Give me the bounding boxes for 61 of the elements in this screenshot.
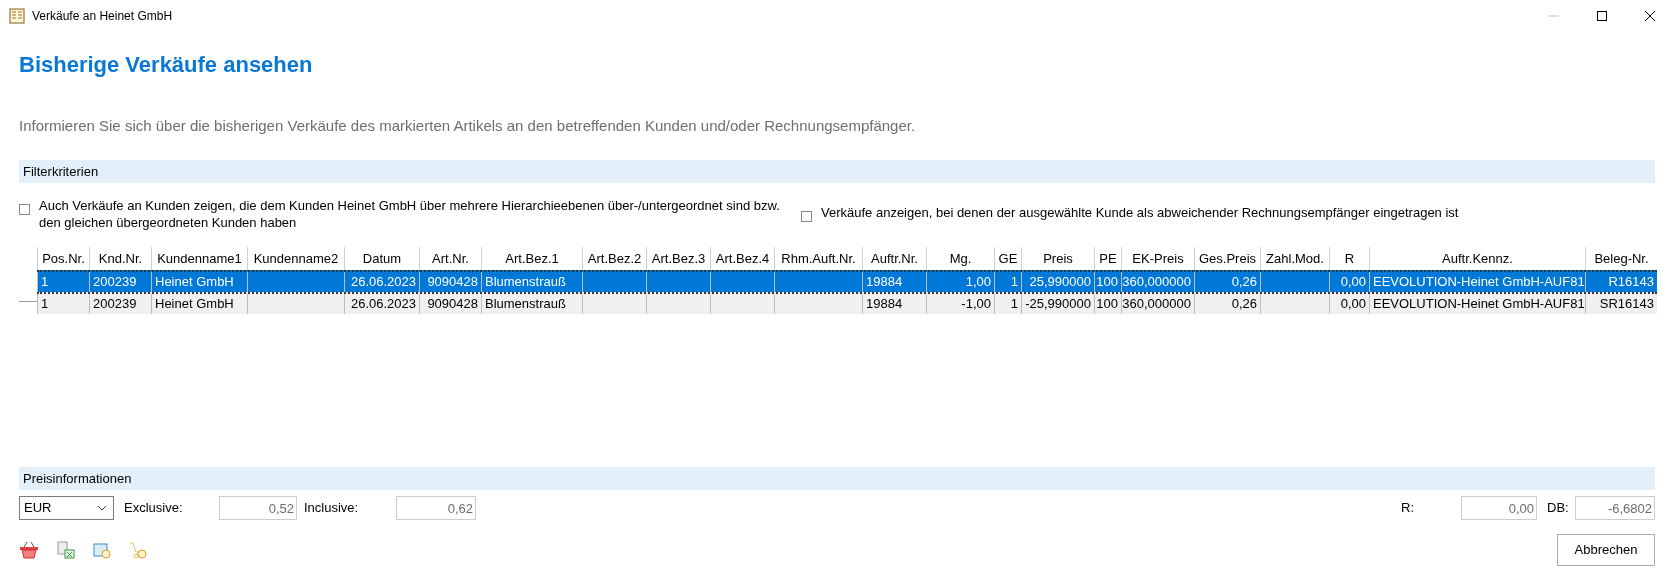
table-cell-text: 100 [1096,295,1118,314]
table-cell-text: 9090428 [427,295,478,314]
table-cell-text: 1 [41,273,49,292]
table-cell-text: 26.06.2023 [350,295,416,314]
table-cell-text: Heinet GmbH [155,295,234,314]
table-cell-text: SR16143 [1599,295,1654,314]
cart-info-icon[interactable] [129,541,147,559]
table-row[interactable]: 1 200239 Heinet GmbH 26.06.2023 9090428 Blumenstrauß 19884 -1,00 1 -25,990000 100 360,000000 0,26 0,00 EEVOLUTION-Heinet GmbH-AUF81 SR16143 [37,292,1657,314]
checkbox-label[interactable]: Verkäufe anzeigen, bei denen der ausgewählte Kunde als abweichender Rechnungsempfänger eingetragen ist [821,204,1459,221]
box-info-icon[interactable] [93,541,111,559]
section-header: Filterkriterien [19,160,1655,183]
checkbox-label[interactable]: Auch Verkäufe an Kunden zeigen, die dem Kunden Heinet GmbH über mehrere Hierarchieebenen über-/untergeordnet sind bzw. den gleichen übergeordneten Kunden haben [39,197,789,231]
table-cell-text: 1,00 [965,273,991,292]
checkbox[interactable] [801,211,812,222]
table-cell-text: 9090428 [427,273,478,292]
table-cell-text: Heinet GmbH [155,273,234,292]
table-cell-text: 100 [1096,273,1118,292]
value-field[interactable]: 0,62 [396,496,476,520]
table-cell-text: 200239 [93,295,137,314]
close-icon[interactable] [1644,10,1656,22]
maximize-icon[interactable] [1596,10,1608,22]
table-cell-text: EEVOLUTION-Heinet GmbH-AUF81 [1373,295,1585,314]
page-heading: Bisherige Verkäufe ansehen [19,52,313,77]
table-cell-text: 19884 [866,295,903,314]
value-field[interactable]: 0,00 [1461,496,1537,520]
field-label: Inclusive: [304,499,360,518]
table-cell-text: -1,00 [961,295,991,314]
table-cell-text: 25,990000 [1029,273,1091,292]
window-list-icon [9,8,25,24]
cancel-button[interactable]: Abbrechen [1557,534,1655,566]
table-cell-text: R16143 [1608,273,1654,292]
value-field[interactable]: 0,52 [219,496,297,520]
table-cell-text: 0,00 [1340,273,1366,292]
window-title: Verkäufe an Heinet GmbH [32,8,173,25]
table-cell-text: 1 [1010,295,1018,314]
excel-export-icon[interactable] [57,541,75,559]
table-cell-text: Blumenstrauß [485,273,566,292]
table-cell-text: 1 [1010,273,1018,292]
checkbox[interactable] [19,204,30,215]
table-cell-text: 360,000000 [1122,273,1191,292]
field-label: DB: [1547,499,1570,518]
description-text: Informieren Sie sich über die bisherigen Verkäufe des markierten Artikels an den betreffenden Kunden und/oder Rechnungsempfänger. [19,117,916,134]
table-cell-text: 360,000000 [1122,295,1191,314]
section-header: Preisinformationen [19,467,1655,490]
table-cell-text: 19884 [866,273,903,292]
basket-icon[interactable] [19,541,39,559]
field-label: Exclusive: [124,499,184,518]
table-cell-text: 26.06.2023 [350,273,416,292]
currency-dropdown[interactable]: EUR [19,496,114,520]
table-cell-text: 0,00 [1340,295,1366,314]
table-row[interactable]: 1 200239 Heinet GmbH 26.06.2023 9090428 Blumenstrauß 19884 1,00 1 25,990000 100 360,000000 0,26 0,00 EEVOLUTION-Heinet GmbH-AUF81 R16143 [37,270,1657,292]
table-cell-text: 0,26 [1231,295,1257,314]
table-cell-text: 200239 [93,273,137,292]
table-cell-text: EEVOLUTION-Heinet GmbH-AUF81 [1373,273,1585,292]
table-cell-text: 0,26 [1231,273,1257,292]
table-cell-text: Blumenstrauß [485,295,566,314]
value-field[interactable]: -6,6802 [1575,496,1655,520]
field-label: R: [1401,499,1415,518]
chevron-down-icon [97,505,107,511]
table-cell-text: 1 [41,295,49,314]
table-cell-text: -25,990000 [1025,295,1091,314]
